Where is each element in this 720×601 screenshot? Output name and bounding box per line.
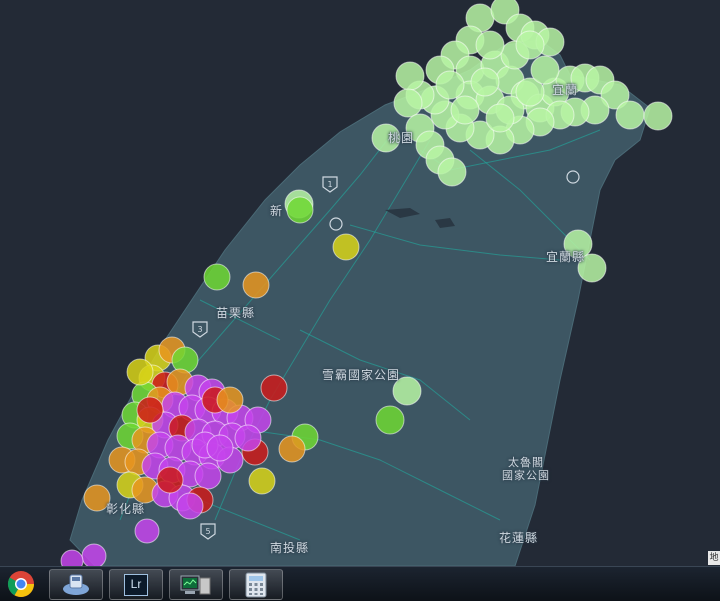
route-shield-label: 3 [197,325,202,334]
marker-light-green[interactable] [475,30,505,60]
taskbar-sd-utility-button[interactable] [49,569,103,600]
marker-light-green[interactable] [470,67,500,97]
taskbar-system-monitor-button[interactable] [169,569,223,600]
monitor-icon [180,575,211,594]
taskbar: Lr [0,566,720,601]
marker-yellow[interactable] [332,233,360,261]
marker-red[interactable] [156,466,184,494]
map-attribution[interactable]: 地 [708,551,720,565]
place-label-yilan-top: 宜蘭 [552,83,579,97]
calculator-icon [245,572,267,597]
place-label-yilan: 宜蘭縣 [546,250,586,264]
marker-orange[interactable] [216,386,244,414]
marker-green[interactable] [375,405,405,435]
place-label-taroko: 太魯閣 國家公園 [500,456,552,482]
place-label-miaoli: 苗栗縣 [216,306,256,320]
marker-light-green[interactable] [395,61,425,91]
marker-purple[interactable] [234,424,262,452]
marker-light-green[interactable] [643,101,673,131]
marker-light-green[interactable] [485,103,515,133]
place-label-taroko-line1: 太魯閣 [508,456,544,469]
place-label-taroko-line2: 國家公園 [502,469,550,482]
marker-purple[interactable] [81,543,107,566]
chrome-icon [7,570,35,597]
route-shield-label: 1 [327,180,332,189]
place-label-nantou: 南投縣 [270,541,310,555]
place-label-xinzhu: 新 [270,204,284,218]
marker-light-green[interactable] [393,88,423,118]
marker-light-green[interactable] [515,30,545,60]
marker-purple[interactable] [206,434,234,462]
marker-green[interactable] [171,346,199,374]
marker-light-green[interactable] [450,95,480,125]
flower-shield-icon [329,217,343,231]
place-label-shei-pa: 雪霸國家公園 [322,368,401,382]
flower-shield-icon [566,170,580,184]
lightroom-icon: Lr [124,573,148,596]
lightroom-icon-label: Lr [130,576,142,591]
place-label-changhua: 彰化縣 [106,502,146,516]
place-label-hualien: 花蓮縣 [499,531,539,545]
marker-light-green[interactable] [437,157,467,187]
marker-purple[interactable] [176,492,204,520]
marker-red[interactable] [136,396,164,424]
place-label-taoyuan: 桃園 [388,131,415,145]
marker-yellow[interactable] [126,358,154,386]
marker-light-green[interactable] [615,100,645,130]
marker-yellow[interactable] [248,467,276,495]
marker-green[interactable] [203,263,231,291]
marker-purple[interactable] [194,462,222,490]
marker-purple[interactable] [134,518,160,544]
marker-red[interactable] [260,374,288,402]
marker-light-green[interactable] [435,70,465,100]
taskbar-lightroom-button[interactable]: Lr [109,569,163,600]
taskbar-calculator-button[interactable] [229,569,283,600]
marker-light-green[interactable] [530,55,560,85]
marker-orange[interactable] [278,435,306,463]
sd-card-icon [63,574,89,595]
marker-green[interactable] [286,196,314,224]
route-shield-label: 5 [205,527,210,536]
map-canvas[interactable]: 1 3 5 [0,0,720,566]
taskbar-chrome-button[interactable] [0,568,48,599]
marker-orange[interactable] [242,271,270,299]
